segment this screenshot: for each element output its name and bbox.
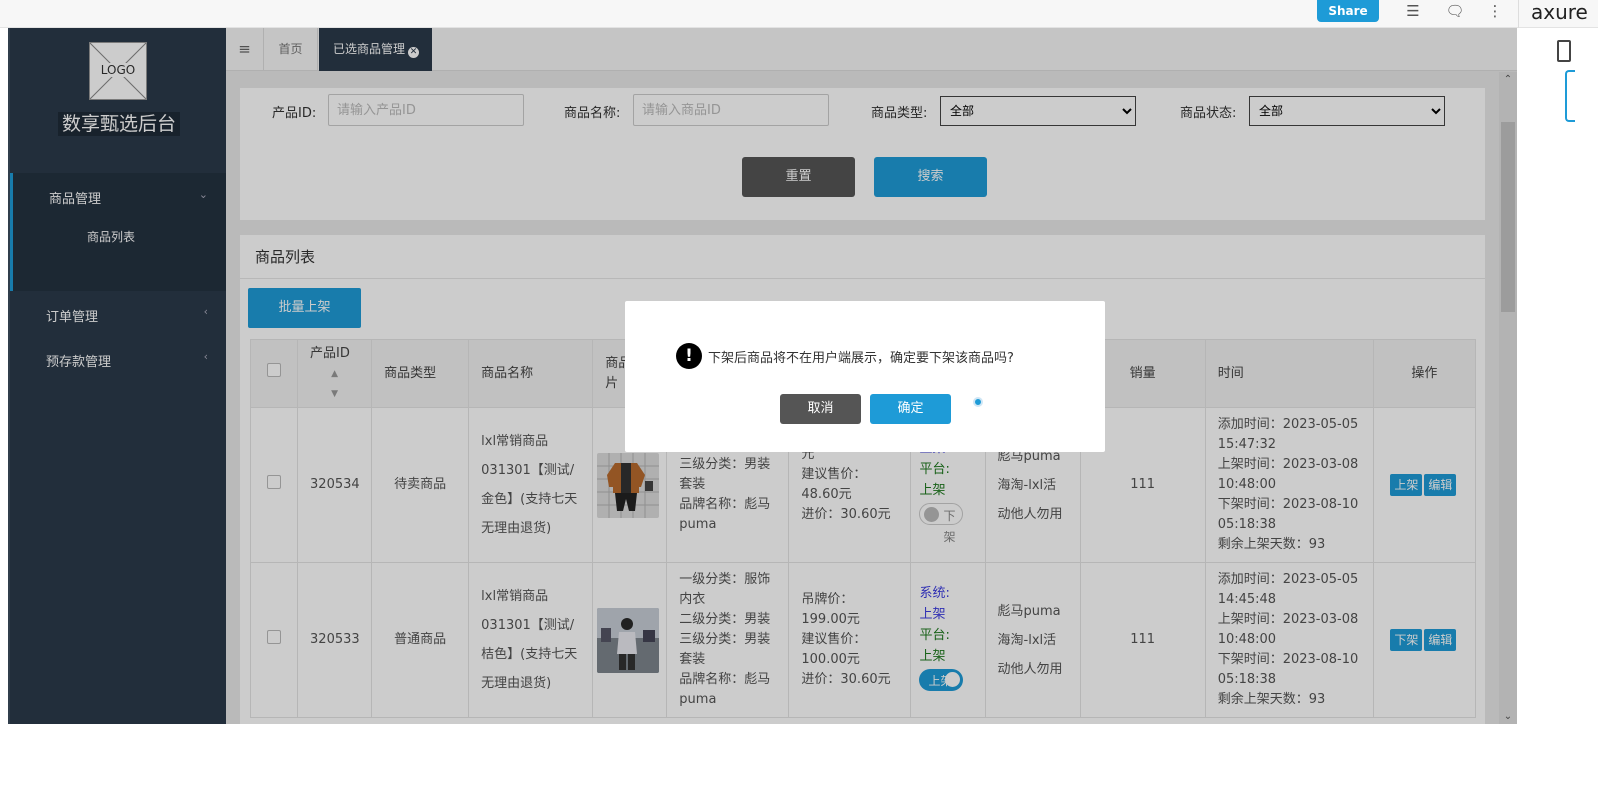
right-panel-strip xyxy=(1517,28,1598,724)
page-icon[interactable] xyxy=(1557,40,1571,62)
share-button[interactable]: Share xyxy=(1317,0,1379,22)
axure-logo: axure xyxy=(1518,0,1598,28)
panel-tab-icon[interactable] xyxy=(1565,70,1575,122)
axure-topbar: Share ☰ 🗨 ⋮ axure xyxy=(0,0,1598,28)
confirm-button[interactable]: 确定 xyxy=(870,394,951,424)
comment-icon[interactable]: 🗨 xyxy=(1444,2,1466,20)
cancel-button[interactable]: 取消 xyxy=(780,394,861,424)
loading-dot-icon xyxy=(973,397,983,407)
dialog-message: 下架后商品将不在用户端展示，确定要下架该商品吗? xyxy=(708,351,1014,366)
document-icon[interactable]: ☰ xyxy=(1402,2,1424,20)
confirm-dialog: ! 下架后商品将不在用户端展示，确定要下架该商品吗? 取消 确定 xyxy=(625,301,1105,452)
more-icon[interactable]: ⋮ xyxy=(1484,2,1506,20)
exclamation-icon: ! xyxy=(676,343,702,369)
bottom-blank xyxy=(0,724,1598,791)
